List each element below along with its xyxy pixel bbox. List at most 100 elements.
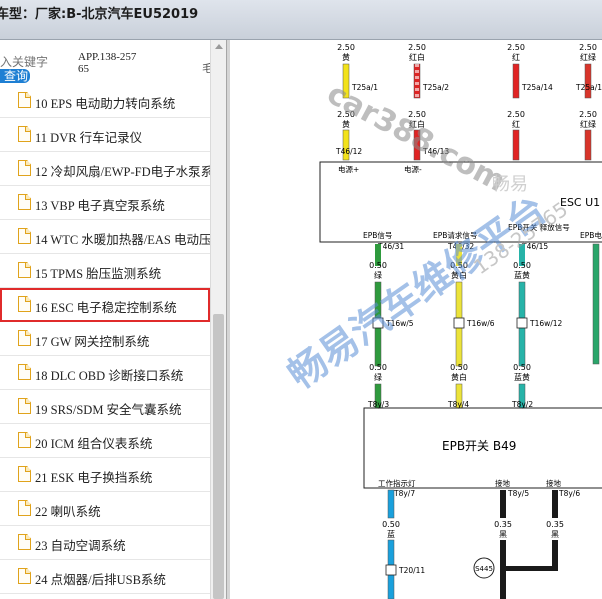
wire-color-lower: 红绿 [580,119,596,129]
wire-gauge-lower: 2.50 [507,110,525,119]
bottom-wire-1: 0.50 蓝 T20/11 [382,489,425,599]
esc-pin-epb-signal: EPB信号 [363,230,392,240]
tree-item-label: 10 EPS 电动助力转向系统 [35,97,176,111]
top-wire-4: 2.50 红绿 T25a/15 2.50 红绿 [575,43,602,161]
wire-gauge: 0.50 [369,261,387,270]
tree-item-ac[interactable]: 23 自动空调系统 [0,526,210,560]
window-title-bar: 车型：厂家:B-北京汽车EU52019 [0,0,602,40]
wire-gauge: 0.35 [494,520,512,529]
document-icon [18,126,31,142]
tree-item-wtc[interactable]: 14 WTC 水暖加热器/EAS 电动压 [0,220,210,254]
document-icon [18,500,31,516]
navigation-panel: 查询 APP.138-25765 毛 10 EPS 电动助力转向系统 11 DV… [0,40,226,599]
esc-module-label: ESC U1 [560,196,600,209]
document-icon [18,228,31,244]
list-scrollbar[interactable] [210,40,226,599]
epb-connector-1: T8y/3 [367,400,389,409]
esc-connector-1: T46/31 [377,242,404,251]
tree-item-label: 24 点烟器/后排USB系统 [35,573,166,587]
epb-switch: T8y/3 T8y/4 T8y/2 EPB开关 B49 工作指示灯 接地 接地 … [363,400,602,498]
wire-color-lower: 绿 [374,373,382,382]
window-title: 车型：厂家:B-北京汽车EU52019 [0,7,199,22]
tree-item-eps[interactable]: 10 EPS 电动助力转向系统 [0,84,210,118]
wire-gauge: 2.50 [337,43,355,52]
system-tree-list: 10 EPS 电动助力转向系统 11 DVR 行车记录仪 12 冷却风扇/EWP… [0,84,210,599]
tree-item-label: 21 ESK 电子换挡系统 [35,471,153,485]
wire-gauge: 0.50 [513,261,531,270]
wire-color: 红白 [409,52,425,62]
document-icon [18,296,31,312]
wiring-diagram-viewer[interactable]: 2.50 黄 T25a/1 2.50 黄 T46/12 2.50 红白 T25a… [230,40,602,599]
tree-item-vbp[interactable]: 13 VBP 电子真空泵系统 [0,186,210,220]
epb-connector-2: T8y/4 [447,400,469,409]
epb-connector-6: T8y/6 [558,489,580,498]
scroll-thumb[interactable] [213,314,224,599]
wire-gauge-lower: 0.50 [369,363,387,372]
document-icon [18,194,31,210]
document-icon [18,398,31,414]
tree-item-label: 12 冷却风扇/EWP-FD电子水泵系 [35,165,210,179]
tree-item-label: 23 自动空调系统 [35,539,126,553]
wire-connector: T25a/15 [575,83,602,92]
wire-color: 绿 [374,271,382,280]
scroll-up-arrow-icon[interactable] [215,44,223,49]
wire-color: 红 [512,52,520,62]
wire-color-lower: 黄白 [451,372,467,382]
epb-pin-ground-2: 接地 [546,478,561,488]
tree-item-label: 18 DLC OBD 诊断接口系统 [35,369,184,383]
wire-gauge-lower: 0.50 [513,363,531,372]
tree-item-esc[interactable]: 16 ESC 电子稳定控制系统 [0,288,210,322]
tree-item-usb[interactable]: 24 点烟器/后排USB系统 [0,560,210,594]
tree-item-horn[interactable]: 22 喇叭系统 [0,492,210,526]
tree-item-cooling-fan[interactable]: 12 冷却风扇/EWP-FD电子水泵系 [0,152,210,186]
epb-pin-ground-1: 接地 [495,478,510,488]
bottom-wire-2: 0.35 黑 [494,490,512,599]
tree-item-label: 14 WTC 水暖加热器/EAS 电动压 [35,233,210,247]
search-input[interactable] [0,54,58,70]
document-icon [18,466,31,482]
wire-connector: T16w/12 [529,319,563,328]
tree-item-tpms[interactable]: 15 TPMS 胎压监测系统 [0,254,210,288]
tree-item-label: 19 SRS/SDM 安全气囊系统 [35,403,182,417]
wire-color-lower: 蓝黄 [514,372,530,382]
wire-color: 黄 [342,52,350,62]
bottom-wire-3: 0.35 黑 [503,490,564,571]
wire-gauge-lower: 2.50 [579,110,597,119]
esc-pin-power-minus: 电源- [404,164,422,174]
wire-gauge: 2.50 [408,43,426,52]
wiring-diagram: 2.50 黄 T25a/1 2.50 黄 T46/12 2.50 红白 T25a… [280,43,602,599]
document-icon [18,568,31,584]
document-icon [18,534,31,550]
tree-item-label: 13 VBP 电子真空泵系统 [35,199,165,213]
wire-color: 黑 [551,530,559,539]
wire-color-lower: 红 [512,119,520,129]
tree-item-label: 17 GW 网关控制系统 [35,335,150,349]
search-bar: 查询 APP.138-25765 毛 [0,40,226,84]
tree-item-dvr[interactable]: 11 DVR 行车记录仪 [0,118,210,152]
mid-wire-4 [592,243,600,365]
wire-connector: T25a/2 [422,83,449,92]
wire-gauge: 2.50 [579,43,597,52]
wire-color: 红绿 [580,52,596,62]
tree-item-gw[interactable]: 17 GW 网关控制系统 [0,322,210,356]
wire-gauge: 2.50 [507,43,525,52]
tree-item-label: 11 DVR 行车记录仪 [35,131,143,145]
wire-color: 黑 [499,530,507,539]
document-icon [18,330,31,346]
wire-gauge: 0.35 [546,520,564,529]
tree-item-label: 20 ICM 组合仪表系统 [35,437,153,451]
tree-item-esk[interactable]: 21 ESK 电子换挡系统 [0,458,210,492]
mid-wire-3: 0.50 蓝黄 T16w/12 0.50 蓝黄 [513,244,563,409]
tree-item-srs[interactable]: 19 SRS/SDM 安全气囊系统 [0,390,210,424]
document-icon [18,262,31,278]
epb-switch-label: EPB开关 B49 [442,439,516,453]
document-icon [18,364,31,380]
wire-gauge-lower: 0.50 [450,363,468,372]
search-button[interactable]: 查询 [0,69,30,83]
tree-item-dlc[interactable]: 18 DLC OBD 诊断接口系统 [0,356,210,390]
wire-connector-lower: T46/12 [335,147,362,156]
wire-gauge: 0.50 [382,520,400,529]
tree-item-label: 22 喇叭系统 [35,505,101,519]
tree-item-icm[interactable]: 20 ICM 组合仪表系统 [0,424,210,458]
epb-connector-4: T8y/7 [393,489,415,498]
